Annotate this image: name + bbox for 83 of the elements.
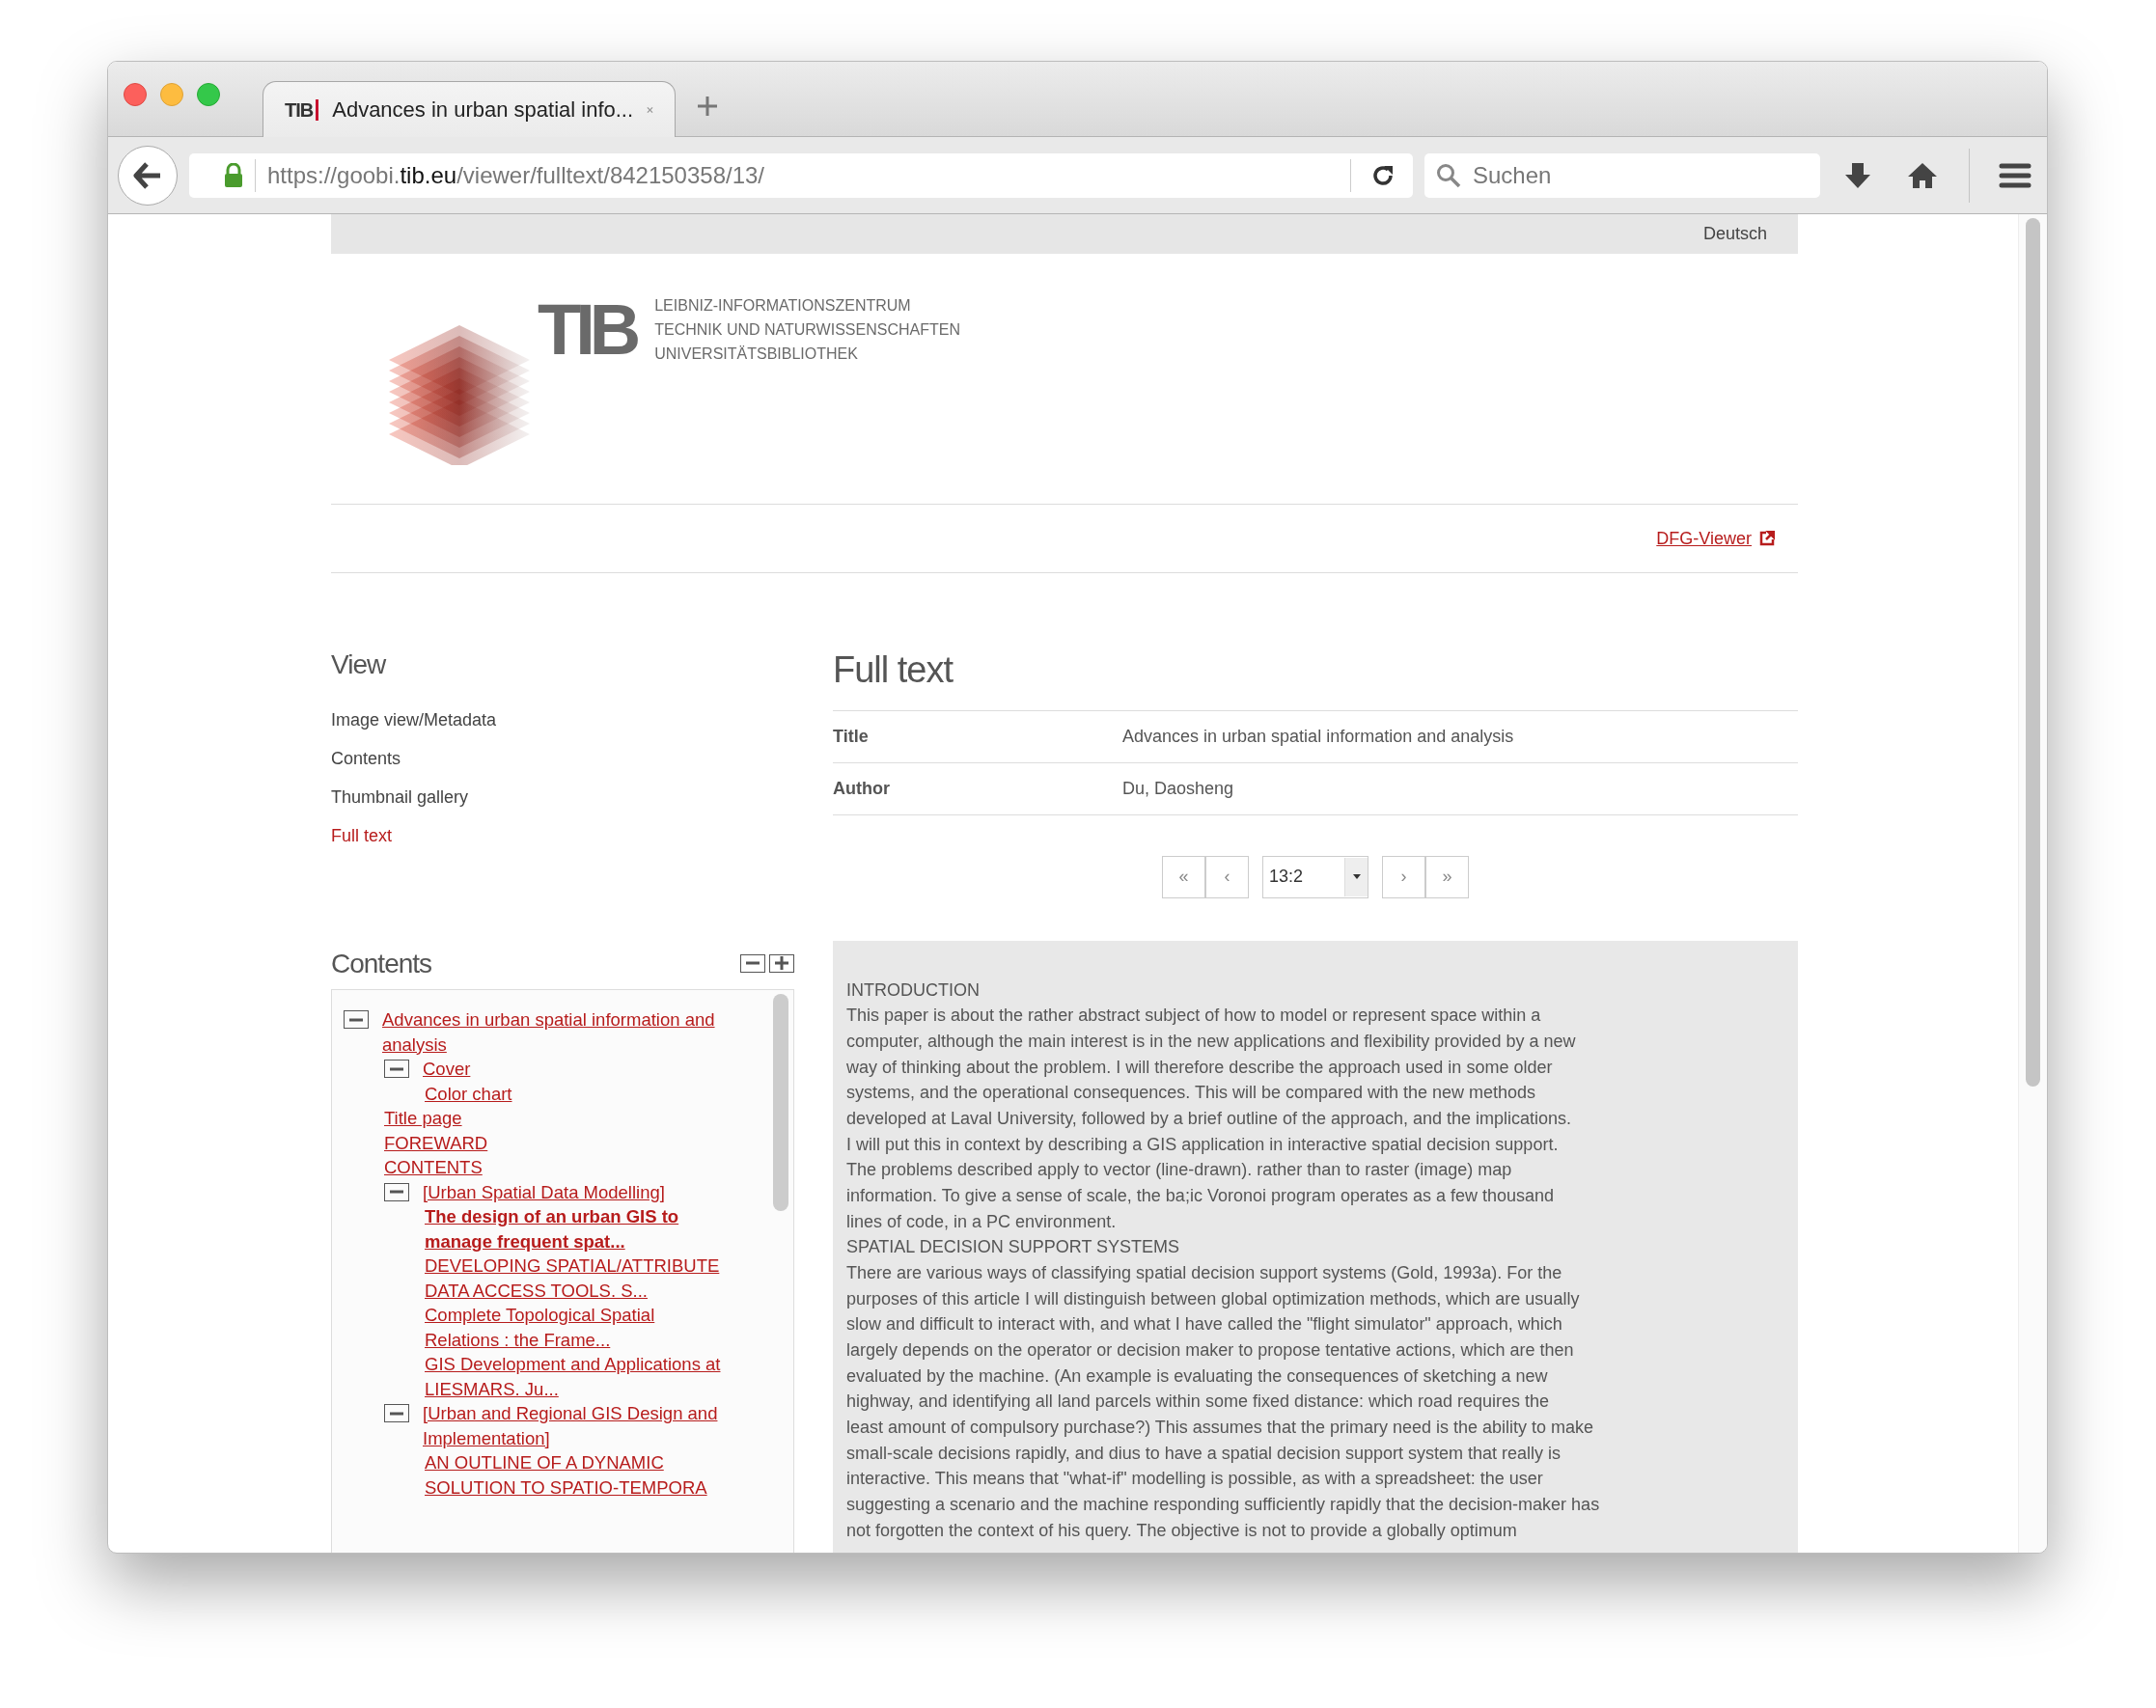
back-arrow-icon: [133, 161, 162, 189]
caret-icon: [1352, 874, 1361, 880]
expand-all-button[interactable]: [769, 953, 794, 973]
text-line: This paper is about the rather abstract subject of how to model or represent space within a: [846, 1005, 1541, 1028]
tree-item-link[interactable]: GIS Development and Applications at LIESMARS. Ju...: [425, 1352, 728, 1402]
view-heading: View: [331, 648, 386, 681]
tree-item-link[interactable]: [Urban and Regional GIS Design and Implementation]: [423, 1401, 728, 1451]
text-line: developed at Laval University, followed by a brief outline of the approach, and the implications.: [846, 1107, 1572, 1130]
plus-icon: [774, 956, 789, 971]
minus-icon: [389, 1190, 404, 1195]
text-line: The problems described apply to vector (line-drawn). rather than to raster (image) map: [846, 1159, 1512, 1182]
text-line: information. To give a sense of scale, the ba;ic Voronoi program operates as a few thousand: [846, 1184, 1555, 1207]
logo-text: TIB: [538, 294, 637, 366]
tree-item-link[interactable]: The design of an urban GIS to manage frequent spat...: [425, 1204, 728, 1254]
address-field[interactable]: https://goobi.tib.eu/viewer/fulltext/842150358/13/: [189, 152, 1413, 198]
tree-item-link[interactable]: [Urban Spatial Data Modelling]: [423, 1179, 665, 1205]
tree-toggle-button[interactable]: [344, 1010, 369, 1030]
dfg-viewer-link[interactable]: DFG-Viewer: [1656, 525, 1775, 552]
tree-item-link[interactable]: Cover: [423, 1057, 471, 1082]
first-page-button[interactable]: «: [1162, 855, 1205, 898]
tree-item-link[interactable]: Advances in urban spatial information and analysis: [382, 1007, 728, 1058]
search-field[interactable]: Suchen: [1424, 152, 1820, 198]
minus-icon: [745, 961, 760, 966]
text-line: evaluated by the machine. (An example is evaluating the consequences of sketching a new: [846, 1364, 1548, 1388]
minus-icon: [389, 1411, 404, 1416]
view-menu-item[interactable]: Image view/Metadata: [331, 700, 497, 739]
text-line: suggesting a scenario and the machine responding sufficiently rapidly that the decision-maker has: [846, 1494, 1600, 1517]
tree-item-link[interactable]: AN OUTLINE OF A DYNAMIC SOLUTION TO SPATIO-TEMPORA: [425, 1450, 728, 1501]
text-line: systems, and the operational consequences. This will be compared with the new methods: [846, 1082, 1536, 1105]
page-select[interactable]: 13:2: [1262, 855, 1368, 898]
close-window-button[interactable]: [124, 82, 147, 106]
text-line: There are various ways of classifying spatial decision support systems (Gold, 1993a). For the: [846, 1262, 1562, 1284]
favicon: TIB: [285, 98, 319, 121]
contents-heading: Contents: [331, 947, 432, 980]
scrollbar-thumb[interactable]: [2026, 218, 2040, 1087]
view-menu-item[interactable]: Contents: [331, 738, 401, 778]
text-line: least amount of compulsory purchase?) This assumes that the primary need is the ability to make: [846, 1417, 1594, 1439]
last-page-button[interactable]: »: [1425, 855, 1469, 898]
text-line: way of thinking about the problem. I will therefore describe the approach used in some older: [846, 1056, 1553, 1079]
tree-item-link[interactable]: Color chart: [425, 1081, 512, 1107]
language-link[interactable]: Deutsch: [1702, 221, 1767, 247]
full-text-heading: Full text: [833, 648, 954, 692]
text-line: highway, and identifying all land parcels within some fixed distance: which road requires the: [846, 1391, 1550, 1414]
metadata-label: Title: [833, 726, 869, 746]
browser-tab[interactable]: TIB Advances in urban spatial info...: [263, 81, 676, 137]
tree-item-link[interactable]: Complete Topological Spatial Relations : the Frame...: [425, 1303, 728, 1353]
text-line: purposes of this article I will distinguish between global optimization methods, which are usually: [846, 1287, 1580, 1310]
text-line: I will put this in context by describing a GIS application in interactive spatial decision support.: [846, 1133, 1559, 1156]
search-icon: [1436, 162, 1461, 188]
tree-item-link[interactable]: FOREWARD: [384, 1130, 488, 1156]
text-line: SPATIAL DECISION SUPPORT SYSTEMS: [846, 1236, 1180, 1259]
lock-icon: [224, 162, 243, 188]
text-line: slow and difficult to interact with, and what I have called the "flight simulator" approach, which: [846, 1313, 1562, 1336]
logo-subtitle: LEIBNIZ-INFORMATIONSZENTRUM: [654, 296, 911, 316]
text-line: INTRODUCTION: [846, 978, 980, 1002]
tree-toggle-button[interactable]: [384, 1404, 409, 1423]
text-line: interactive. This means that "what-if" modelling is possible, as with a spreadsheet: the user: [846, 1468, 1543, 1491]
collapse-all-button[interactable]: [740, 953, 765, 973]
external-link-icon: [1759, 531, 1775, 546]
metadata-value: Advances in urban spatial information and analysis: [1122, 726, 1514, 746]
tree-item-link[interactable]: Title page: [384, 1106, 462, 1131]
tree-toggle-button[interactable]: [384, 1060, 409, 1079]
tree-item-link[interactable]: DEVELOPING SPATIAL/ATTRIBUTE DATA ACCESS TOOLS. S...: [425, 1253, 728, 1304]
new-tab-icon[interactable]: [697, 95, 718, 117]
tab-title: Advances in urban spatial info...: [332, 96, 634, 124]
text-line: lines of code, in a PC environment.: [846, 1210, 1117, 1233]
metadata-label: Author: [833, 778, 890, 798]
text-line: largely depends on the operator or decision maker to propose tentative actions, which are then: [846, 1339, 1574, 1362]
next-page-button[interactable]: ›: [1382, 855, 1425, 898]
view-menu-item[interactable]: Full text: [331, 815, 393, 855]
text-line: computer, although the main interest is in the new applications and flexibility provided by a new: [846, 1030, 1576, 1053]
metadata-value: Du, Daosheng: [1122, 778, 1234, 798]
logo-subtitle: TECHNIK UND NATURWISSENSCHAFTEN: [654, 320, 960, 340]
text-line: not forgotten the context of his query. The objective is not to provide a globally optimum: [846, 1519, 1517, 1542]
tree-item-link[interactable]: CONTENTS: [384, 1155, 483, 1180]
previous-page-button[interactable]: ‹: [1205, 855, 1249, 898]
minus-icon: [348, 1017, 364, 1022]
minus-icon: [389, 1066, 404, 1071]
tree-toggle-button[interactable]: [384, 1182, 409, 1201]
logo-subtitle: UNIVERSITÄTSBIBLIOTHEK: [654, 344, 858, 364]
scrollbar-thumb[interactable]: [773, 994, 788, 1212]
view-menu-item[interactable]: Thumbnail gallery: [331, 777, 469, 816]
text-line: small-scale decisions rapidly, and dius to have a spatial decision support system that really is: [846, 1442, 1562, 1465]
